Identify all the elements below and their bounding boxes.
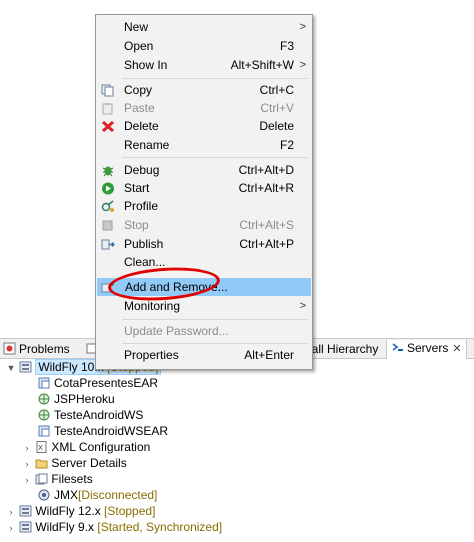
menu-item-debug[interactable]: Debug Ctrl+Alt+D — [96, 161, 312, 179]
problems-icon — [3, 342, 16, 360]
tab-servers-label: Servers — [407, 341, 449, 355]
copy-icon — [101, 84, 115, 97]
module-icon — [38, 425, 51, 437]
chevron-down-icon[interactable]: ▼ — [6, 361, 16, 376]
tree-item-module[interactable]: TesteAndroidWSEAR — [38, 424, 168, 439]
chevron-right-icon[interactable]: › — [6, 505, 16, 520]
tab-problems[interactable]: Problems — [3, 341, 70, 358]
add-remove-icon — [101, 281, 115, 294]
tree-item-wildfly-9[interactable]: › WildFly 9.x [Started, Synchronized] — [6, 520, 223, 536]
menu-item-profile[interactable]: Profile — [96, 197, 312, 215]
svg-text:X: X — [38, 444, 43, 452]
tree-item-server-details[interactable]: › Server Details — [22, 456, 127, 471]
profile-icon — [101, 200, 115, 213]
chevron-right-icon: > — [299, 59, 306, 71]
tree-item-module[interactable]: CotaPresentesEAR — [38, 376, 158, 391]
menu-separator — [122, 78, 308, 79]
chevron-right-icon[interactable]: › — [6, 521, 16, 536]
filesets-icon — [35, 473, 48, 485]
menu-item-rename[interactable]: Rename F2 — [96, 136, 312, 154]
menu-separator — [122, 343, 308, 344]
servers-icon — [391, 341, 404, 359]
web-module-icon — [38, 409, 51, 421]
menu-item-publish[interactable]: Publish Ctrl+Alt+P — [96, 235, 312, 253]
tab-problems-label: Problems — [19, 342, 70, 356]
stop-icon — [101, 219, 115, 232]
menu-item-delete[interactable]: Delete Delete — [96, 117, 312, 135]
tree-item-filesets[interactable]: › Filesets — [22, 472, 93, 487]
publish-icon — [101, 238, 116, 251]
xml-icon: X — [35, 441, 48, 453]
tree-item-module[interactable]: JSPHeroku — [38, 392, 115, 407]
jmx-icon — [38, 489, 51, 501]
tree-item-jmx[interactable]: JMX[Disconnected] — [38, 488, 157, 503]
server-icon — [19, 505, 32, 517]
menu-item-start[interactable]: Start Ctrl+Alt+R — [96, 179, 312, 197]
menu-separator — [122, 319, 308, 320]
paste-icon — [101, 102, 115, 115]
context-menu: New > Open F3 Show In Alt+Shift+W > Copy Ctrl… — [95, 14, 313, 370]
tab-servers[interactable]: Servers ✕ — [386, 340, 467, 359]
green-play-icon — [101, 182, 115, 195]
menu-item-paste[interactable]: Paste Ctrl+V — [96, 99, 312, 117]
chevron-right-icon[interactable]: › — [22, 441, 32, 456]
tree-item-wildfly-12[interactable]: › WildFly 12.x [Stopped] — [6, 504, 156, 520]
tab-call-hierarchy[interactable]: Call Hierarchy — [303, 341, 378, 358]
tree-item-module[interactable]: TesteAndroidWS — [38, 408, 143, 423]
menu-item-new[interactable]: New > — [96, 18, 312, 36]
menu-item-update-password[interactable]: Update Password... — [96, 322, 312, 340]
chevron-right-icon[interactable]: › — [22, 473, 32, 488]
menu-item-stop[interactable]: Stop Ctrl+Alt+S — [96, 216, 312, 234]
tab-call-hierarchy-label: Call Hierarchy — [303, 342, 379, 356]
server-icon — [19, 521, 32, 533]
chevron-right-icon[interactable]: › — [22, 457, 32, 472]
module-icon — [38, 377, 51, 389]
menu-item-copy[interactable]: Copy Ctrl+C — [96, 81, 312, 99]
menu-item-show-in[interactable]: Show In Alt+Shift+W > — [96, 56, 312, 74]
tree-item-xml-config[interactable]: › X XML Configuration — [22, 440, 151, 456]
web-module-icon — [38, 393, 51, 405]
menu-item-monitoring[interactable]: Monitoring > — [96, 297, 312, 315]
chevron-right-icon: > — [299, 300, 306, 312]
debug-bug-icon — [101, 164, 115, 177]
menu-item-open[interactable]: Open F3 — [96, 37, 312, 55]
server-icon — [19, 361, 32, 373]
red-x-icon — [101, 120, 115, 133]
menu-item-properties[interactable]: Properties Alt+Enter — [96, 346, 312, 364]
menu-item-clean[interactable]: Clean... — [96, 253, 312, 271]
menu-separator — [122, 157, 308, 158]
menu-item-add-and-remove[interactable]: Add and Remove... — [97, 278, 311, 296]
chevron-right-icon: > — [299, 21, 306, 33]
folder-icon — [35, 457, 48, 469]
close-icon[interactable]: ✕ — [452, 341, 461, 358]
